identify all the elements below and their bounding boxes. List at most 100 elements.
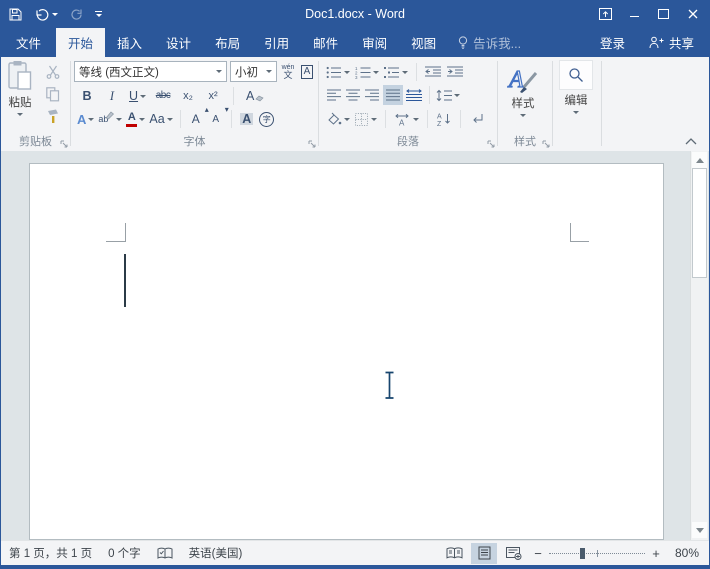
document-area[interactable] [1,151,709,540]
asian-layout-dropdown-icon[interactable] [413,117,419,121]
minimize-button[interactable] [620,1,649,27]
clear-formatting-button[interactable]: A [246,86,264,106]
shading-dropdown-icon[interactable] [344,117,350,121]
asian-layout-button[interactable]: A [394,109,419,129]
numbering-button[interactable]: 1 2 3 [355,62,379,82]
copy-button[interactable] [45,84,61,104]
share-button[interactable]: 共享 [637,28,709,57]
shrink-font-button[interactable]: A ▾ [208,105,228,129]
tell-me-box[interactable]: 告诉我... [448,28,531,57]
grow-font-button[interactable]: A ▴ [188,105,209,129]
strikethrough-button[interactable]: abc [155,86,171,106]
sign-in-button[interactable]: 登录 [588,28,637,57]
tab-design[interactable]: 设计 [154,28,203,57]
collapse-ribbon-icon[interactable] [685,138,697,145]
bullets-button[interactable] [326,62,350,82]
underline-dropdown-icon[interactable] [140,94,147,98]
tab-references[interactable]: 引用 [252,28,301,57]
italic-button[interactable]: I [104,86,120,106]
zoom-in-button[interactable]: + [647,546,665,561]
change-case-dropdown-icon[interactable] [166,117,173,121]
font-size-dropdown-icon[interactable] [266,70,272,73]
character-border-button[interactable]: A [299,62,315,82]
font-color-button[interactable]: A [126,109,146,129]
format-painter-button[interactable] [45,106,61,126]
multilevel-list-button[interactable] [384,62,408,82]
zoom-out-button[interactable]: − [529,546,547,561]
phonetic-guide-button[interactable]: wén 文 [280,62,296,82]
zoom-slider-thumb[interactable] [580,547,585,559]
paragraph-dialog-launcher-icon[interactable] [487,140,495,148]
styles-dropdown-icon[interactable] [520,114,526,117]
font-size-combobox[interactable]: 小初 [230,61,277,82]
text-effects-dropdown-icon[interactable] [88,117,95,121]
align-center-button[interactable] [345,85,361,105]
undo-dropdown-icon[interactable] [52,12,58,16]
maximize-button[interactable] [649,1,678,27]
text-highlight-button[interactable]: ab [98,109,123,129]
align-left-button[interactable] [326,85,342,105]
editing-dropdown-icon[interactable] [573,111,579,114]
document-page[interactable] [29,163,664,540]
clipboard-dialog-launcher-icon[interactable] [60,140,68,148]
scroll-up-button[interactable] [692,152,707,168]
decrease-indent-button[interactable] [425,62,442,82]
tab-review[interactable]: 审阅 [350,28,399,57]
zoom-percentage[interactable]: 80% [665,546,699,560]
vertical-scrollbar[interactable] [690,151,708,540]
tab-view[interactable]: 视图 [399,28,448,57]
show-hide-marks-button[interactable] [469,109,485,129]
page-indicator[interactable]: 第 1 页，共 1 页 [9,545,92,561]
shading-button[interactable] [326,109,350,129]
print-layout-button[interactable] [471,542,497,564]
numbering-dropdown-icon[interactable] [373,70,379,74]
editing-button[interactable]: 编辑 [559,60,593,114]
ribbon-display-options-icon[interactable] [591,1,620,27]
bold-button[interactable]: B [79,86,95,106]
multilevel-dropdown-icon[interactable] [402,70,408,74]
borders-button[interactable] [355,109,377,129]
tab-insert[interactable]: 插入 [105,28,154,57]
bullets-dropdown-icon[interactable] [344,70,350,74]
sort-button[interactable]: A Z [436,109,452,129]
increase-indent-button[interactable] [447,62,464,82]
save-icon[interactable] [9,8,22,21]
read-mode-button[interactable] [441,543,467,564]
distribute-text-button[interactable] [406,85,423,105]
cut-button[interactable] [45,62,61,82]
font-name-dropdown-icon[interactable] [216,70,222,73]
line-spacing-dropdown-icon[interactable] [454,93,460,97]
tab-file[interactable]: 文件 [1,28,56,57]
proofing-icon[interactable] [157,547,173,560]
font-name-combobox[interactable]: 等线 (西文正文) [74,61,227,82]
enclose-characters-button[interactable]: 字 [259,109,275,129]
character-shading-button[interactable]: A [239,109,255,129]
justify-button[interactable] [383,85,403,105]
highlight-dropdown-icon[interactable] [116,117,123,121]
styles-button[interactable]: A 样式 [506,61,540,117]
text-effects-button[interactable]: A [77,109,95,129]
undo-button[interactable] [34,8,58,21]
superscript-button[interactable]: x² [205,86,221,106]
font-color-dropdown-icon[interactable] [139,117,146,121]
underline-button[interactable]: U [129,86,147,106]
scroll-down-button[interactable] [692,522,707,538]
change-case-button[interactable]: Aa [149,109,173,129]
word-count[interactable]: 0 个字 [108,545,141,561]
language-indicator[interactable]: 英语(美国) [189,545,243,561]
customize-qat-icon[interactable] [95,11,102,17]
paste-button[interactable]: 粘贴 [7,60,33,116]
zoom-slider[interactable] [549,547,645,559]
tab-home[interactable]: 开始 [56,28,106,57]
borders-dropdown-icon[interactable] [371,117,377,121]
styles-dialog-launcher-icon[interactable] [542,140,550,148]
tab-layout[interactable]: 布局 [203,28,252,57]
font-dialog-launcher-icon[interactable] [308,140,316,148]
paste-dropdown-icon[interactable] [17,113,23,116]
scrollbar-thumb[interactable] [692,168,707,278]
web-layout-button[interactable] [501,543,527,564]
subscript-button[interactable]: x₂ [180,86,196,106]
align-right-button[interactable] [364,85,380,105]
close-button[interactable] [678,1,707,27]
line-spacing-button[interactable] [436,85,460,105]
